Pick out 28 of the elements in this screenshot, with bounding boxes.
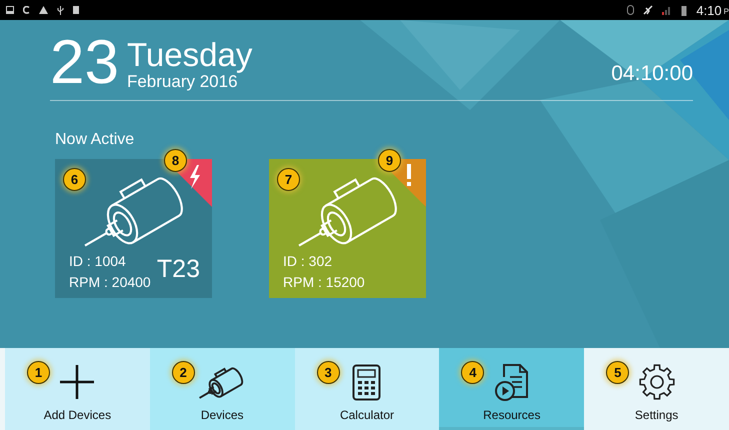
battery-icon <box>681 4 688 16</box>
status-meridiem: P <box>724 7 729 16</box>
document-play-icon <box>494 363 530 401</box>
callout-badge: 9 <box>378 149 401 172</box>
plus-icon <box>59 364 96 400</box>
device-tag: T23 <box>156 255 200 284</box>
device-id: ID : 302 <box>283 253 332 269</box>
usb-icon <box>57 6 64 14</box>
settings-icon <box>638 363 676 401</box>
date-day: 23 <box>50 34 119 92</box>
c-icon <box>23 6 30 14</box>
clock-time: 04:10:00 <box>611 62 693 86</box>
month-year: February 2016 <box>126 72 238 92</box>
weekday: Tuesday <box>126 38 252 72</box>
lightning-icon <box>190 165 200 189</box>
screen-icon <box>6 6 14 14</box>
section-title: Now Active <box>55 131 136 149</box>
calculator-icon <box>352 364 382 400</box>
sd-card-icon <box>73 6 79 14</box>
device-rpm: RPM : 15200 <box>283 274 365 290</box>
mute-icon <box>643 5 654 15</box>
exclamation-icon <box>407 164 411 186</box>
callout-badge: 8 <box>164 149 187 172</box>
device-id: ID : 1004 <box>69 253 126 269</box>
signal-icon <box>662 5 672 15</box>
device-rpm: RPM : 20400 <box>69 274 151 290</box>
status-time: 4:10 <box>696 2 722 18</box>
warning-icon <box>39 6 48 14</box>
